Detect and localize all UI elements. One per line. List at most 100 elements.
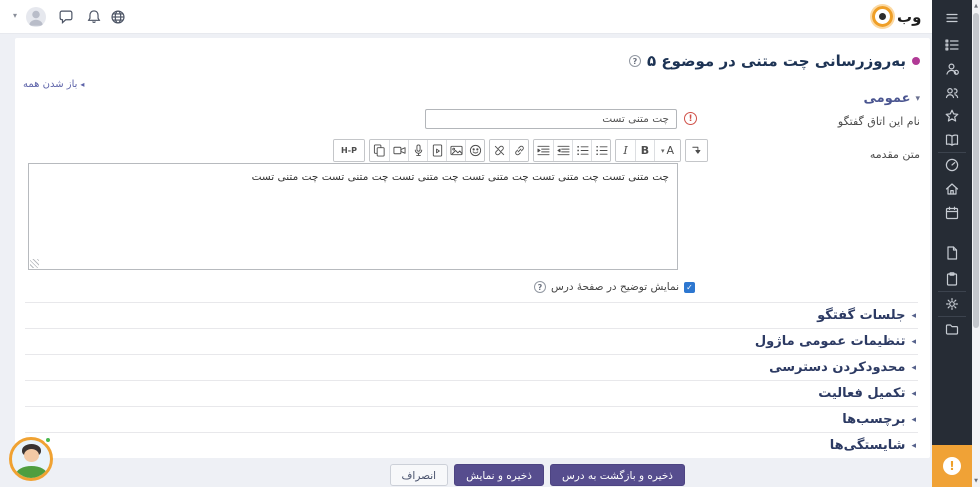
section-title: جلسات گفتگو xyxy=(817,308,905,323)
section-title: شایستگی‌ها xyxy=(830,438,906,453)
section-header-restrict-access[interactable]: ◂ محدودکردن دسترسی xyxy=(25,354,918,380)
unordered-list-icon[interactable] xyxy=(591,140,610,161)
app-window: ▾ وب xyxy=(0,0,980,487)
toolbar-group-toggle xyxy=(685,139,708,162)
participants-icon[interactable] xyxy=(944,85,960,101)
chat-bubble-icon[interactable] xyxy=(58,9,74,25)
required-icon: ! xyxy=(684,112,697,125)
page-scrollbar[interactable]: ▲ ▼ xyxy=(972,0,980,487)
section-title: تکمیل فعالیت xyxy=(818,386,905,401)
calendar-icon[interactable] xyxy=(944,205,960,221)
ordered-list-icon[interactable] xyxy=(572,140,591,161)
cancel-button[interactable]: انصراف xyxy=(390,464,449,486)
html-button[interactable]: H-P xyxy=(334,140,364,161)
scroll-up-icon[interactable]: ▲ xyxy=(972,3,980,9)
avatar-body xyxy=(16,466,47,481)
caret-down-icon: ▾ xyxy=(661,147,665,155)
record-audio-icon[interactable] xyxy=(408,140,427,161)
font-label: A xyxy=(666,144,674,157)
form-actions: ذخیره و بازگشت به درس ذخیره و نمایش انصر… xyxy=(390,464,685,486)
section-header-activity-completion[interactable]: ◂ تکمیل فعالیت xyxy=(25,380,918,406)
grades-book-icon[interactable] xyxy=(944,132,960,148)
indent-icon[interactable] xyxy=(534,140,553,161)
insert-media-icon[interactable] xyxy=(427,140,446,161)
page-title: به‌روزرسانی چت متنی در موضوع ۵ ? xyxy=(629,52,920,70)
manage-files-icon[interactable] xyxy=(370,140,389,161)
expand-all-caret-icon: ◂ xyxy=(80,80,84,89)
person-icon xyxy=(26,7,46,27)
chevron-left-icon: ◂ xyxy=(911,311,916,321)
toolbar-group-media xyxy=(369,139,485,162)
editor-toolbar: H-P I B ▾A xyxy=(333,139,708,162)
insert-image-icon[interactable] xyxy=(446,140,465,161)
my-courses-folder-icon[interactable] xyxy=(944,321,960,337)
site-logo[interactable]: وب xyxy=(872,6,921,27)
section-header-tags[interactable]: ◂ برچسب‌ها xyxy=(25,406,918,432)
name-field-label: نام این اتاق گفتگو xyxy=(838,115,920,128)
user-profile-icon[interactable] xyxy=(944,61,960,77)
chevron-left-icon: ◂ xyxy=(911,363,916,373)
section-header-module-settings[interactable]: ◂ تنظیمات عمومی ماژول xyxy=(25,328,918,354)
expand-all-label: باز شدن همه xyxy=(23,79,77,90)
scroll-down-icon[interactable]: ▼ xyxy=(972,478,980,484)
chevron-left-icon: ◂ xyxy=(911,389,916,399)
title-help-icon[interactable]: ? xyxy=(629,55,641,67)
scrollbar-thumb[interactable] xyxy=(973,13,979,328)
unlink-icon[interactable] xyxy=(490,140,509,161)
italic-button[interactable]: I xyxy=(616,140,635,161)
page-title-text: به‌روزرسانی چت متنی در موضوع ۵ xyxy=(647,52,906,70)
chevron-left-icon: ◂ xyxy=(911,337,916,347)
avatar-face xyxy=(24,449,39,462)
save-return-button[interactable]: ذخیره و بازگشت به درس xyxy=(550,464,685,486)
sidebar-divider xyxy=(938,291,966,292)
main-content-card: به‌روزرسانی چت متنی در موضوع ۵ ? ◂ باز ش… xyxy=(15,38,930,458)
logo-swirl-icon xyxy=(872,6,893,27)
section-header-general[interactable]: ▾ عمومی xyxy=(864,91,920,106)
collapse-toolbar-icon[interactable] xyxy=(686,140,707,161)
general-section-label: عمومی xyxy=(864,91,911,106)
activity-dot-icon xyxy=(912,57,920,65)
private-files-icon[interactable] xyxy=(944,245,960,261)
toolbar-group-format: I B ▾A xyxy=(615,139,681,162)
support-button[interactable]: ! xyxy=(932,445,972,487)
icon-sidebar: ! xyxy=(932,0,972,487)
support-exclamation-icon: ! xyxy=(943,457,961,475)
settings-gear-icon[interactable] xyxy=(944,296,960,312)
user-avatar[interactable] xyxy=(26,7,46,27)
chat-name-input[interactable] xyxy=(425,109,677,129)
resize-grip-icon[interactable] xyxy=(30,259,39,268)
notification-bell-icon[interactable] xyxy=(86,9,102,25)
language-globe-icon[interactable] xyxy=(110,9,126,25)
menu-icon[interactable] xyxy=(944,10,960,26)
starred-icon[interactable] xyxy=(944,108,960,124)
expand-all-link[interactable]: ◂ باز شدن همه xyxy=(23,79,84,90)
home-icon[interactable] xyxy=(944,181,960,197)
dashboard-gauge-icon[interactable] xyxy=(944,157,960,173)
intro-editor-textarea[interactable]: چت متنی تست چت متنی تست چت متنی تست چت م… xyxy=(28,163,678,270)
show-description-checkbox[interactable]: ✓ xyxy=(684,282,695,293)
record-video-icon[interactable] xyxy=(389,140,408,161)
save-display-button[interactable]: ذخیره و نمایش xyxy=(454,464,544,486)
section-title: محدودکردن دسترسی xyxy=(769,360,905,375)
section-header-chat-sessions[interactable]: ◂ جلسات گفتگو xyxy=(25,302,918,328)
section-title: برچسب‌ها xyxy=(842,412,905,427)
caret-down-icon[interactable]: ▾ xyxy=(13,11,17,20)
editor-content[interactable]: چت متنی تست چت متنی تست چت متنی تست چت م… xyxy=(29,164,677,191)
chevron-left-icon: ◂ xyxy=(911,415,916,425)
toolbar-group-lists xyxy=(533,139,611,162)
description-help-icon[interactable]: ? xyxy=(534,281,546,293)
outdent-icon[interactable] xyxy=(553,140,572,161)
section-header-competencies[interactable]: ◂ شایستگی‌ها xyxy=(25,432,918,458)
link-icon[interactable] xyxy=(509,140,528,161)
collapsed-sections: ◂ جلسات گفتگو ◂ تنظیمات عمومی ماژول ◂ مح… xyxy=(25,302,918,458)
font-color-button[interactable]: ▾A xyxy=(654,140,680,161)
logo-text: وب xyxy=(897,8,921,26)
content-bank-icon[interactable] xyxy=(944,271,960,287)
emoji-picker-icon[interactable] xyxy=(465,140,484,161)
bold-button[interactable]: B xyxy=(635,140,654,161)
sidebar-divider xyxy=(938,316,966,317)
topbar: ▾ وب xyxy=(0,0,932,34)
toolbar-group-links xyxy=(489,139,529,162)
course-index-icon[interactable] xyxy=(944,37,960,53)
chevron-left-icon: ◂ xyxy=(911,441,916,451)
